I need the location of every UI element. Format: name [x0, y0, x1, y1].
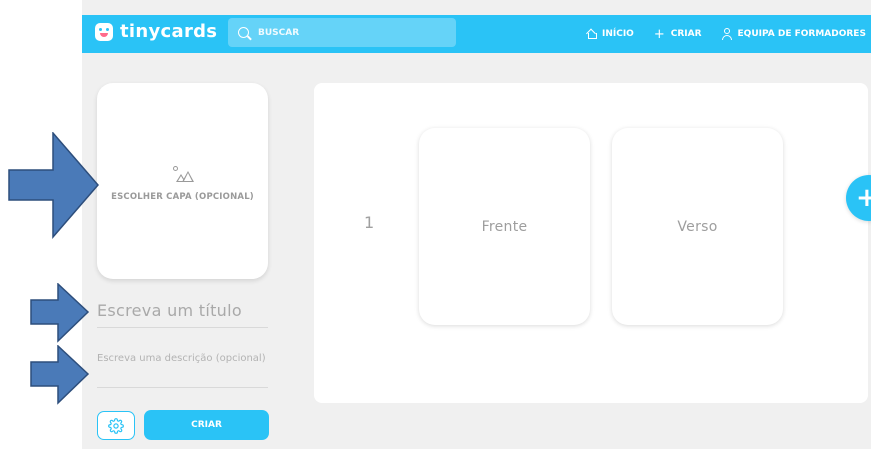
cover-upload-card[interactable]: ESCOLHER CAPA (OPCIONAL) — [97, 83, 268, 279]
nav-item-team[interactable]: EQUIPA DE FORMADORES — [721, 28, 866, 40]
app-window: tinycards INÍCIO + CRIAR EQUIPA DE FORMA… — [82, 0, 871, 449]
nav-item-create[interactable]: + CRIAR — [654, 28, 702, 41]
card-back-field[interactable]: Verso — [612, 128, 783, 325]
card-number: 1 — [364, 213, 375, 232]
card-front-label: Frente — [481, 218, 528, 235]
annotation-arrow-description — [30, 345, 90, 405]
card-back-label: Verso — [677, 218, 718, 235]
brand-logo[interactable]: tinycards — [95, 22, 217, 42]
nav-item-home[interactable]: INÍCIO — [586, 29, 634, 39]
brand-name: tinycards — [120, 21, 218, 42]
card-front-field[interactable]: Frente — [419, 128, 590, 325]
search-icon — [238, 27, 249, 38]
card-editor-panel: 1 Frente Verso — [314, 83, 868, 403]
cover-label: ESCOLHER CAPA (OPCIONAL) — [111, 192, 254, 202]
search-input[interactable] — [258, 27, 438, 38]
plus-icon: + — [653, 26, 665, 42]
create-button[interactable]: CRIAR — [144, 410, 269, 440]
nav-item-label: CRIAR — [670, 29, 702, 39]
image-icon — [172, 166, 194, 184]
top-navigation-bar: tinycards INÍCIO + CRIAR EQUIPA DE FORMA… — [82, 15, 871, 53]
tinycards-logo-icon — [95, 23, 113, 41]
plus-icon: + — [856, 183, 871, 213]
settings-button[interactable] — [97, 411, 135, 440]
nav-item-label: EQUIPA DE FORMADORES — [737, 29, 866, 39]
nav-item-label: INÍCIO — [602, 29, 634, 39]
annotation-arrow-title — [30, 283, 90, 343]
home-icon — [586, 29, 597, 39]
user-icon — [721, 28, 732, 40]
description-input[interactable] — [97, 351, 268, 388]
annotation-arrow-cover — [8, 132, 99, 239]
title-input[interactable] — [97, 301, 268, 328]
search-box[interactable] — [228, 18, 456, 47]
main-nav: INÍCIO + CRIAR EQUIPA DE FORMADORES — [586, 15, 871, 53]
gear-icon — [108, 417, 124, 434]
